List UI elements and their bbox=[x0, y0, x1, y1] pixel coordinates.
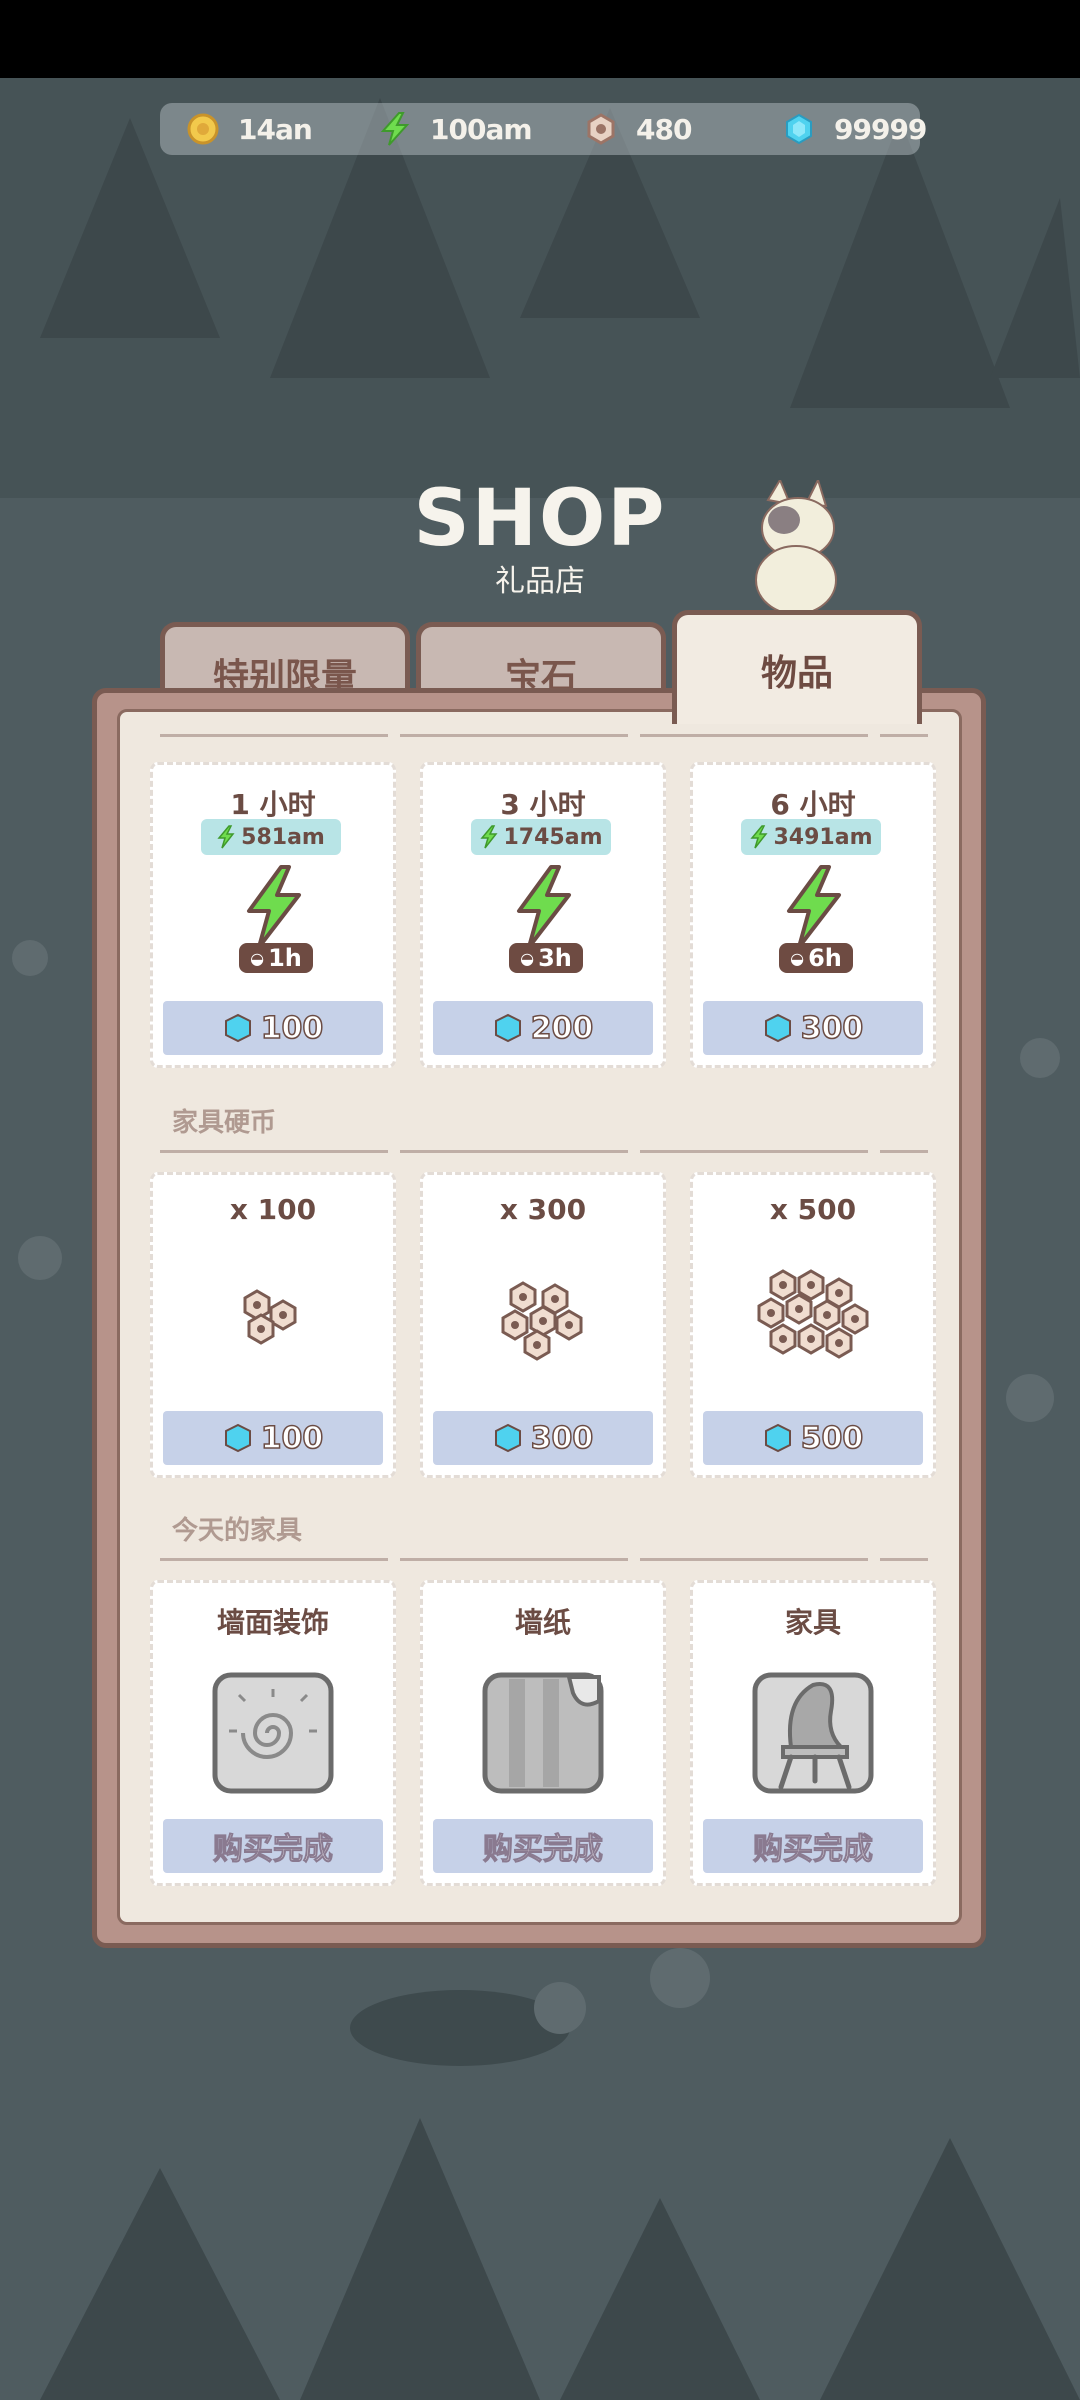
duration-label: 1h bbox=[268, 944, 302, 972]
blue-gem-icon bbox=[494, 1423, 521, 1453]
blue-gem-icon bbox=[224, 1423, 251, 1453]
blue-gem-icon bbox=[494, 1013, 521, 1043]
status-label: 购买完成 bbox=[483, 1832, 604, 1868]
nut-coin-icon bbox=[584, 112, 618, 146]
item-title: 6 小时 bbox=[770, 788, 856, 821]
item-title: 墙纸 bbox=[514, 1606, 571, 1639]
lightning-icon bbox=[749, 825, 768, 849]
energy-item-card[interactable]: 1 小时 581am ◒ 1h 100 bbox=[150, 762, 396, 1068]
duration-badge: ◒ 3h bbox=[509, 943, 583, 973]
status-label: 购买完成 bbox=[753, 1832, 874, 1868]
furniture-card[interactable]: 墙面装饰 购买完成 bbox=[150, 1580, 396, 1886]
clock-icon: ◒ bbox=[790, 948, 805, 968]
nut-value: 480 bbox=[636, 112, 692, 146]
item-title: x 100 bbox=[229, 1193, 317, 1226]
coin-pack-card[interactable]: x 500 500 bbox=[690, 1172, 936, 1478]
buy-button[interactable]: 300 bbox=[433, 1411, 653, 1465]
item-title: 1 小时 bbox=[230, 788, 316, 821]
energy-amount-badge: 581am bbox=[201, 819, 341, 855]
energy-amount: 1745am bbox=[503, 824, 603, 850]
coin-pack-card[interactable]: x 100 100 bbox=[150, 1172, 396, 1478]
price-label: 100 bbox=[260, 1420, 324, 1457]
coin-pack-card[interactable]: x 300 300 bbox=[420, 1172, 666, 1478]
energy-amount: 581am bbox=[241, 824, 325, 850]
shop-panel: 1 小时 581am ◒ 1h 100 3 小时 1745am ◒ 3h 200… bbox=[92, 688, 986, 1948]
clock-icon: ◒ bbox=[520, 948, 535, 968]
furniture-card[interactable]: 家具 购买完成 bbox=[690, 1580, 936, 1886]
buy-button[interactable]: 300 bbox=[703, 1001, 923, 1055]
price-label: 200 bbox=[530, 1010, 594, 1047]
divider bbox=[160, 734, 928, 737]
purchased-button[interactable]: 购买完成 bbox=[703, 1819, 923, 1873]
price-label: 500 bbox=[800, 1420, 864, 1457]
duration-label: 3h bbox=[538, 944, 572, 972]
energy-currency: 100am bbox=[378, 103, 533, 155]
chair-icon bbox=[693, 1671, 933, 1795]
item-title: 墙面装饰 bbox=[216, 1606, 329, 1639]
gem-currency: 99999 bbox=[782, 103, 927, 155]
buy-button[interactable]: 500 bbox=[703, 1411, 923, 1465]
clock-icon: ◒ bbox=[250, 948, 265, 968]
wallpaper-icon bbox=[423, 1671, 663, 1795]
item-title: x 300 bbox=[499, 1193, 587, 1226]
furniture-card[interactable]: 墙纸 购买完成 bbox=[420, 1580, 666, 1886]
purchased-button[interactable]: 购买完成 bbox=[163, 1819, 383, 1873]
shop-panel-content[interactable]: 1 小时 581am ◒ 1h 100 3 小时 1745am ◒ 3h 200… bbox=[117, 709, 962, 1925]
lightning-icon bbox=[693, 865, 933, 949]
nut-currency: 480 bbox=[584, 103, 692, 155]
energy-value: 100am bbox=[430, 112, 533, 146]
lightning-icon bbox=[378, 112, 412, 146]
item-title: x 500 bbox=[769, 1193, 857, 1226]
price-label: 300 bbox=[530, 1420, 594, 1457]
energy-amount-badge: 3491am bbox=[741, 819, 881, 855]
gold-value: 14an bbox=[238, 112, 313, 146]
tab-items[interactable]: 物品 bbox=[672, 610, 922, 724]
energy-amount: 3491am bbox=[773, 824, 873, 850]
energy-item-card[interactable]: 3 小时 1745am ◒ 3h 200 bbox=[420, 762, 666, 1068]
blue-gem-icon bbox=[764, 1423, 791, 1453]
duration-badge: ◒ 1h bbox=[239, 943, 313, 973]
nut-coin-stack-icon bbox=[423, 1275, 663, 1365]
lightning-icon bbox=[423, 865, 663, 949]
lightning-icon bbox=[217, 825, 235, 849]
section-label-furniture-coins: 家具硬币 bbox=[172, 1108, 277, 1138]
lightning-icon bbox=[479, 825, 498, 849]
price-label: 100 bbox=[260, 1010, 324, 1047]
gold-currency: 14an bbox=[186, 103, 313, 155]
wall-decoration-icon bbox=[153, 1671, 393, 1795]
energy-item-card[interactable]: 6 小时 3491am ◒ 6h 300 bbox=[690, 762, 936, 1068]
section-label-todays-furniture: 今天的家具 bbox=[172, 1516, 303, 1546]
buy-button[interactable]: 100 bbox=[163, 1411, 383, 1465]
status-bar bbox=[0, 0, 1080, 78]
energy-amount-badge: 1745am bbox=[471, 819, 611, 855]
nut-coin-stack-icon bbox=[153, 1285, 393, 1355]
blue-gem-icon bbox=[764, 1013, 791, 1043]
blue-gem-icon bbox=[782, 112, 816, 146]
buy-button[interactable]: 100 bbox=[163, 1001, 383, 1055]
divider bbox=[160, 1558, 928, 1561]
gold-coin-icon bbox=[186, 112, 220, 146]
item-title: 家具 bbox=[784, 1606, 841, 1639]
status-label: 购买完成 bbox=[213, 1832, 334, 1868]
divider bbox=[160, 1150, 928, 1153]
price-label: 300 bbox=[800, 1010, 864, 1047]
currency-bar: 14an 100am 480 99999 bbox=[160, 103, 927, 155]
duration-badge: ◒ 6h bbox=[779, 943, 853, 973]
purchased-button[interactable]: 购买完成 bbox=[433, 1819, 653, 1873]
lightning-icon bbox=[153, 865, 393, 949]
duration-label: 6h bbox=[808, 944, 842, 972]
tab-label: 物品 bbox=[760, 652, 833, 694]
buy-button[interactable]: 200 bbox=[433, 1001, 653, 1055]
blue-gem-icon bbox=[224, 1013, 251, 1043]
page-subtitle: 礼品店 bbox=[495, 564, 585, 599]
nut-coin-stack-icon bbox=[693, 1265, 933, 1375]
cat-mascot bbox=[746, 477, 846, 615]
page-title: SHOP bbox=[413, 474, 667, 564]
item-title: 3 小时 bbox=[500, 788, 586, 821]
gem-value: 99999 bbox=[834, 112, 927, 146]
